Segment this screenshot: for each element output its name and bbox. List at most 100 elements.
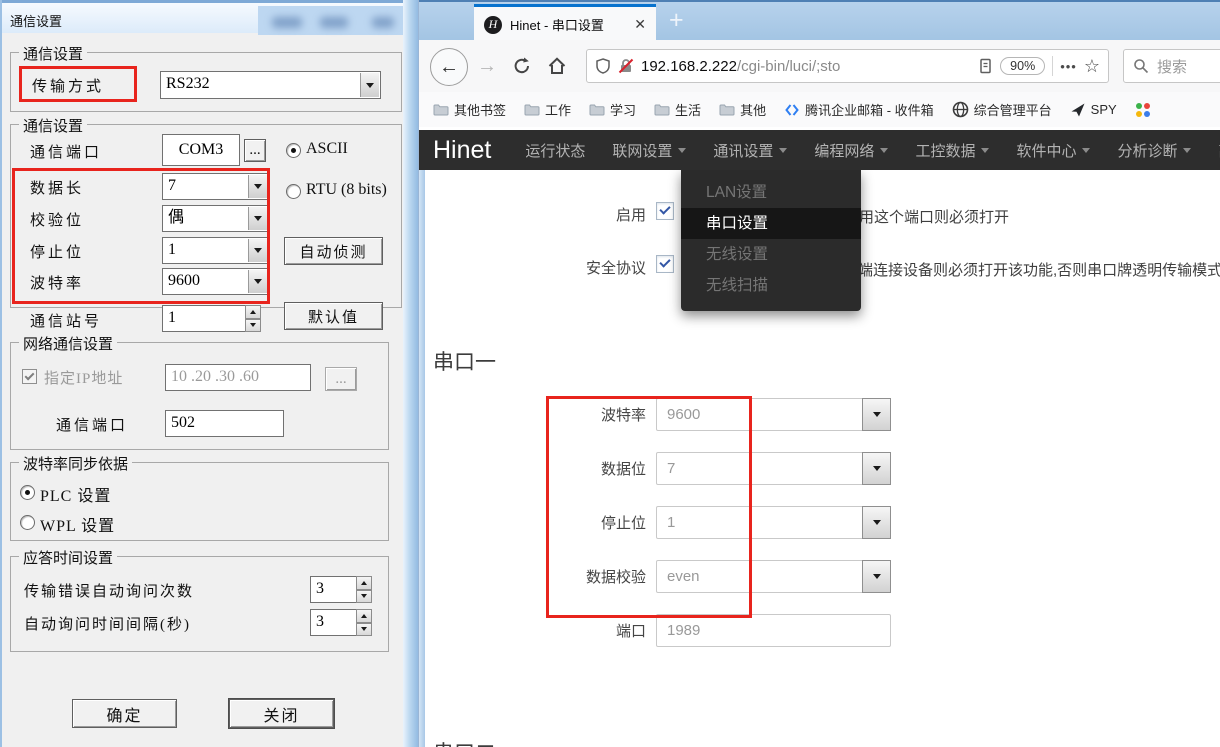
nav-item-software-center[interactable]: 软件中心 [1016, 140, 1090, 161]
station-spinner[interactable] [245, 305, 261, 332]
comm-settings-dialog: 通信设置 通信设置 传输方式 RS232 通信设置 通信端口 COM3 ... … [0, 0, 405, 747]
shield-icon[interactable] [595, 58, 611, 74]
page-actions-icon[interactable]: ••• [1060, 59, 1077, 74]
dropdown-arrow-icon[interactable] [862, 506, 891, 539]
hinet-favicon-icon: H [484, 16, 502, 34]
security-help-text: 终端连接设备则必须打开该功能,否则串口牌透明传输模式 [843, 259, 1220, 280]
ok-button[interactable]: 确定 [72, 699, 177, 728]
rtu-radio[interactable] [286, 184, 301, 199]
bookmark-label: 综合管理平台 [974, 100, 1052, 119]
blur-blob [320, 17, 348, 28]
retry-count-input[interactable]: 3 [310, 576, 359, 603]
divider [1052, 56, 1053, 76]
globe-icon [952, 101, 969, 118]
station-input[interactable]: 1 [162, 305, 249, 332]
nav-item-communication[interactable]: 通讯设置 [713, 140, 787, 161]
back-button[interactable]: ← [430, 48, 468, 86]
nav-item-industrial-data[interactable]: 工控数据 [915, 140, 989, 161]
net-port-input[interactable]: 502 [165, 410, 284, 437]
reader-view-icon[interactable] [978, 58, 993, 74]
dropdown-arrow-icon[interactable] [360, 73, 379, 97]
group1-legend: 通信设置 [19, 43, 87, 64]
ascii-radio[interactable] [286, 143, 301, 158]
menu-item-serial-settings[interactable]: 串口设置 [681, 208, 861, 239]
bookmark-tencent-mail[interactable]: 腾讯企业邮箱 - 收件箱 [784, 100, 934, 119]
security-protocol-checkbox[interactable] [656, 255, 674, 273]
group2-legend: 通信设置 [19, 115, 87, 136]
spinner-up-icon[interactable] [356, 609, 372, 623]
zoom-level-badge[interactable]: 90% [1000, 57, 1045, 75]
site-navbar: Hinet 运行状态 联网设置 通讯设置 编程网络 工控数据 软件中心 分析诊断… [419, 130, 1220, 170]
retry-interval-label: 自动询问时间间隔(秒) [24, 613, 191, 634]
url-text[interactable]: 192.168.2.222/cgi-bin/luci/;sto [641, 58, 840, 75]
nav-item-programming[interactable]: 编程网络 [814, 140, 888, 161]
search-box[interactable]: 搜索 [1123, 49, 1220, 83]
transfer-mode-value: RS232 [166, 75, 210, 92]
bookmark-folder-life[interactable]: 生活 [654, 100, 701, 119]
network-group-legend: 网络通信设置 [19, 333, 117, 354]
nav-item-status[interactable]: 运行状态 [525, 140, 585, 161]
folder-icon [524, 102, 540, 118]
site-brand: Hinet [433, 136, 491, 165]
menu-item-wireless-settings[interactable]: 无线设置 [681, 239, 861, 270]
enable-help-text: 使用这个端口则必须打开 [844, 206, 1009, 227]
url-bar[interactable]: 192.168.2.222/cgi-bin/luci/;sto 90% ••• … [586, 49, 1109, 83]
nav-item-network[interactable]: 联网设置 [612, 140, 686, 161]
bookmark-label: 其他书签 [454, 100, 506, 119]
nav-label: 编程网络 [814, 140, 874, 161]
spinner-up-icon[interactable] [356, 576, 372, 590]
browser-tab[interactable]: H Hinet - 串口设置 ✕ [474, 4, 656, 42]
bookmark-star-icon[interactable]: ☆ [1084, 57, 1100, 75]
dropdown-arrow-icon[interactable] [862, 452, 891, 485]
comm-port-browse-button[interactable]: ... [244, 139, 266, 162]
retry-interval-spinner[interactable] [356, 609, 372, 636]
navigation-toolbar: ← → 192.168.2.222/cgi-bin/luci/;st [419, 40, 1220, 93]
spinner-down-icon[interactable] [356, 590, 372, 604]
bookmarks-bar: 其他书签 工作 学习 生活 其他 腾讯企业邮箱 - 收件箱 [419, 92, 1220, 127]
ip-address-input[interactable]: 10 .20 .30 .60 [165, 364, 311, 391]
transfer-mode-select[interactable]: RS232 [160, 71, 381, 99]
tab-close-icon[interactable]: ✕ [634, 16, 646, 33]
bookmark-folder-other-bookmarks[interactable]: 其他书签 [433, 100, 506, 119]
bookmark-management-platform[interactable]: 综合管理平台 [952, 100, 1052, 119]
reload-icon[interactable] [512, 56, 532, 76]
comm-port-button[interactable]: COM3 [162, 134, 240, 166]
spinner-up-icon[interactable] [245, 305, 261, 319]
default-button[interactable]: 默认值 [284, 302, 383, 330]
wpl-radio[interactable] [20, 515, 35, 530]
plc-radio[interactable] [20, 485, 35, 500]
port-web-input[interactable]: 1989 [656, 614, 891, 647]
spinner-down-icon[interactable] [356, 623, 372, 637]
input-value: 1989 [667, 615, 700, 646]
bookmark-folder-work[interactable]: 工作 [524, 100, 571, 119]
rtu-radio-label: RTU (8 bits) [306, 181, 387, 199]
chevron-down-icon [1082, 148, 1090, 153]
chevron-down-icon [1183, 148, 1191, 153]
close-button[interactable]: 关闭 [229, 699, 334, 728]
bookmark-spy[interactable]: SPY [1070, 102, 1117, 118]
bookmark-colorful[interactable] [1135, 102, 1151, 118]
menu-item-wireless-scan[interactable]: 无线扫描 [681, 270, 861, 301]
security-protocol-label: 安全协议 [506, 257, 646, 278]
dropdown-arrow-icon[interactable] [862, 398, 891, 431]
autodetect-button[interactable]: 自动侦测 [284, 237, 383, 265]
bookmark-folder-study[interactable]: 学习 [589, 100, 636, 119]
net-port-label: 通信端口 [56, 414, 128, 435]
spinner-down-icon[interactable] [245, 319, 261, 333]
page-content: 使用这个端口则必须打开 终端连接设备则必须打开该功能,否则串口牌透明传输模式 启… [419, 170, 1220, 747]
dialog-titlebar[interactable]: 通信设置 [2, 0, 405, 33]
home-icon[interactable] [547, 56, 567, 76]
retry-count-spinner[interactable] [356, 576, 372, 603]
dropdown-arrow-icon[interactable] [862, 560, 891, 593]
chevron-down-icon [779, 148, 787, 153]
nav-item-diagnostics[interactable]: 分析诊断 [1117, 140, 1191, 161]
specify-ip-checkbox[interactable] [22, 369, 37, 384]
insecure-lock-icon[interactable] [618, 58, 634, 74]
new-tab-button[interactable]: + [669, 6, 684, 35]
retry-interval-input[interactable]: 3 [310, 609, 359, 636]
enable-checkbox[interactable] [656, 202, 674, 220]
forward-button[interactable]: → [477, 55, 497, 78]
menu-item-lan-settings[interactable]: LAN设置 [681, 177, 861, 208]
ip-browse-button[interactable]: ... [325, 367, 357, 391]
bookmark-folder-misc[interactable]: 其他 [719, 100, 766, 119]
